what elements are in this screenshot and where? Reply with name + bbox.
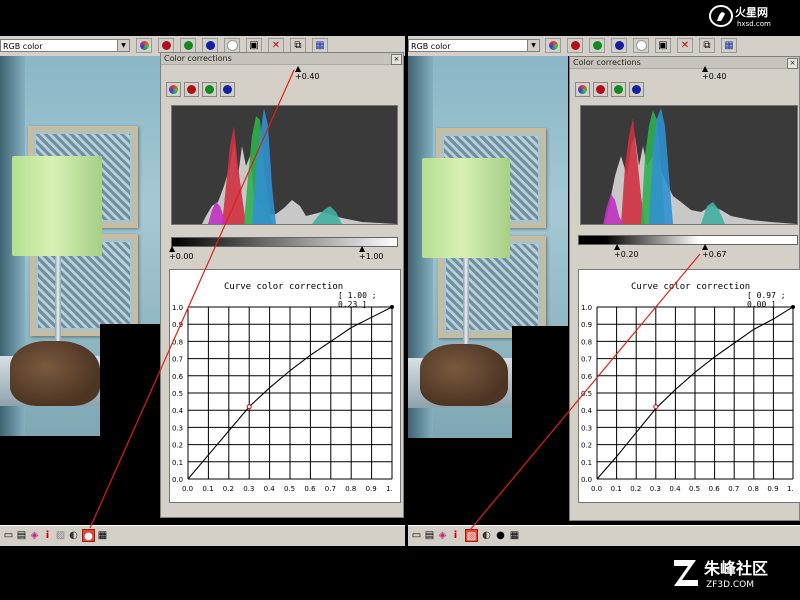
zf-logo-icon: 朱峰社区 ZF3D.COM: [674, 559, 768, 590]
domain-text: ZF3D.COM: [706, 580, 754, 590]
flame-logo-icon: 火星网 hxsd.com: [709, 5, 771, 28]
brand-text: 火星网: [735, 6, 768, 19]
watermark-logo-bottom: 朱峰社区 ZF3D.COM: [672, 552, 792, 592]
watermark-logo-top: 火星网 hxsd.com: [707, 4, 792, 28]
domain-text: hxsd.com: [737, 20, 771, 28]
guide-line-right: [469, 253, 701, 531]
brand-text: 朱峰社区: [704, 559, 768, 578]
guide-line-left: [89, 69, 295, 529]
annotation-lines: [89, 69, 701, 531]
